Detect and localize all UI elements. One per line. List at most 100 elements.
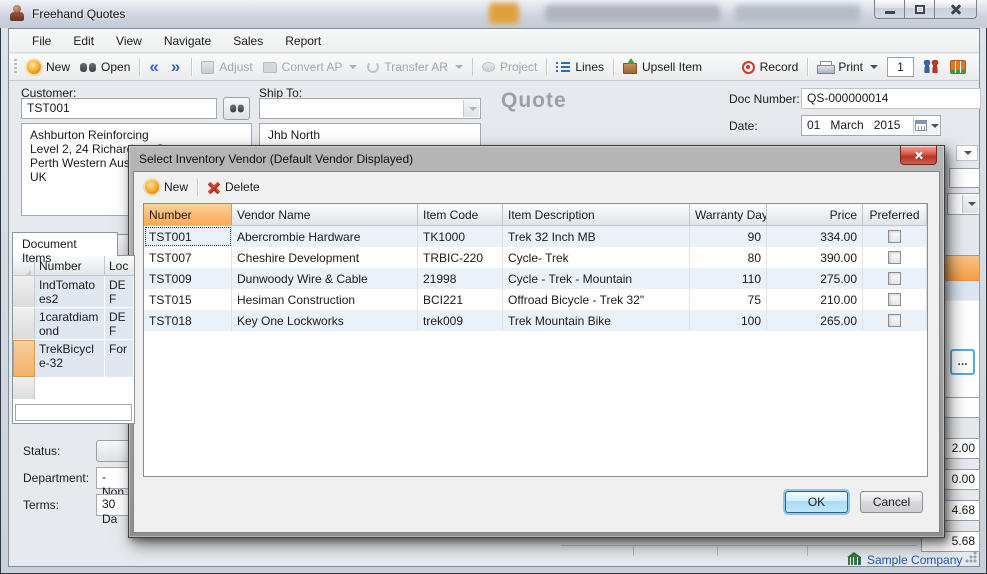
ok-button[interactable]: OK xyxy=(785,491,848,513)
col-price[interactable]: Price xyxy=(767,204,863,225)
calendar-dropdown-button[interactable] xyxy=(913,117,939,134)
warranty-days-cell[interactable]: 110 xyxy=(690,268,767,289)
menu-file[interactable]: File xyxy=(21,30,62,52)
col-number[interactable]: Number xyxy=(144,204,232,225)
item-description-cell[interactable]: Trek Mountain Bike xyxy=(503,310,690,331)
print-button[interactable]: Print xyxy=(812,57,883,77)
nav-forward-button[interactable]: » xyxy=(166,57,187,77)
row-selector-active[interactable] xyxy=(13,340,35,377)
item-code-cell[interactable]: 21998 xyxy=(418,268,503,289)
preferred-cell[interactable] xyxy=(863,310,927,331)
ship-to-combobox[interactable] xyxy=(259,98,481,119)
item-row-empty[interactable] xyxy=(13,378,134,400)
price-cell[interactable]: 265.00 xyxy=(767,310,863,331)
col-vendor-name[interactable]: Vendor Name xyxy=(232,204,418,225)
menu-navigate[interactable]: Navigate xyxy=(153,30,222,52)
item-description-cell[interactable]: Cycle- Trek xyxy=(503,247,690,268)
col-preferred[interactable]: Preferred xyxy=(863,204,927,225)
item-row-selected[interactable]: TrekBicycle-32 For xyxy=(13,340,134,378)
item-location-cell[interactable]: DEF xyxy=(105,308,134,339)
item-code-cell[interactable]: BCI221 xyxy=(418,289,503,310)
convert-ap-button[interactable]: Convert AP xyxy=(258,57,363,77)
item-row[interactable]: IndTomatoes2 DEF xyxy=(13,276,134,308)
vendor-name-cell[interactable]: Hesiman Construction xyxy=(232,289,418,310)
company-button[interactable] xyxy=(945,57,971,77)
date-day[interactable]: 01 xyxy=(807,118,820,132)
new-button[interactable]: New xyxy=(22,57,75,77)
preferred-checkbox[interactable] xyxy=(888,230,901,243)
item-description-cell[interactable]: Trek 32 Inch MB xyxy=(503,226,690,247)
vendor-number-cell[interactable]: TST001 xyxy=(144,226,232,247)
record-button[interactable]: Record xyxy=(737,57,804,77)
warranty-days-cell[interactable]: 80 xyxy=(690,247,767,268)
preferred-checkbox[interactable] xyxy=(888,314,901,327)
vendor-name-cell[interactable]: Key One Lockworks xyxy=(232,310,418,331)
hidden-combo-sliver[interactable] xyxy=(947,193,980,215)
date-input[interactable]: 01 March 2015 xyxy=(801,115,941,136)
date-year[interactable]: 2015 xyxy=(874,118,901,132)
dialog-new-button[interactable]: New xyxy=(140,177,193,197)
customer-input[interactable]: TST001 xyxy=(21,98,217,119)
dialog-close-button[interactable] xyxy=(900,146,937,165)
item-code-cell[interactable]: trek009 xyxy=(418,310,503,331)
item-code-cell[interactable]: TRBIC-220 xyxy=(418,247,503,268)
preferred-checkbox[interactable] xyxy=(888,293,901,306)
upsell-item-button[interactable]: Upsell Item xyxy=(618,57,707,77)
item-description-cell[interactable]: Cycle - Trek - Mountain xyxy=(503,268,690,289)
preferred-checkbox[interactable] xyxy=(888,272,901,285)
item-location-cell[interactable]: DEF xyxy=(105,276,134,307)
menu-sales[interactable]: Sales xyxy=(222,30,274,52)
vendor-number-cell[interactable]: TST007 xyxy=(144,247,232,268)
resize-grip[interactable] xyxy=(965,551,977,563)
adjust-button[interactable]: Adjust xyxy=(196,57,257,77)
combo-arrow[interactable] xyxy=(463,100,479,117)
preferred-checkbox[interactable] xyxy=(888,251,901,264)
warranty-days-cell[interactable]: 100 xyxy=(690,310,767,331)
lines-button[interactable]: Lines xyxy=(551,57,609,77)
company-link[interactable]: Sample Company xyxy=(867,553,962,567)
vendor-number-cell[interactable]: TST009 xyxy=(144,268,232,289)
vendor-row-selected[interactable]: TST001 Abercrombie Hardware TK1000 Trek … xyxy=(144,226,927,247)
dialog-delete-button[interactable]: Delete xyxy=(202,177,265,197)
nav-back-button[interactable]: « xyxy=(144,57,165,77)
preferred-cell[interactable] xyxy=(863,289,927,310)
vendor-row[interactable]: TST018 Key One Lockworks trek009 Trek Mo… xyxy=(144,310,927,331)
minimize-button[interactable] xyxy=(874,0,905,19)
row-selector[interactable] xyxy=(13,276,35,307)
ellipsis-button[interactable]: ... xyxy=(950,349,975,375)
item-description-cell[interactable]: Offroad Bicycle - Trek 32" xyxy=(503,289,690,310)
col-location-header[interactable]: Loc xyxy=(105,256,134,275)
combo-arrow[interactable] xyxy=(962,195,978,213)
close-button[interactable] xyxy=(934,0,977,19)
print-copies-input[interactable]: 1 xyxy=(887,57,914,77)
required-date-dropdown-sliver[interactable] xyxy=(956,145,978,161)
customer-search-button[interactable] xyxy=(223,97,250,120)
cancel-button[interactable]: Cancel xyxy=(860,491,923,513)
warranty-days-cell[interactable]: 75 xyxy=(690,289,767,310)
grid-footer-input[interactable] xyxy=(15,404,132,421)
row-selector[interactable] xyxy=(13,308,35,339)
date-month[interactable]: March xyxy=(830,118,863,132)
maximize-button[interactable] xyxy=(904,0,935,19)
col-warranty-days[interactable]: Warranty Days xyxy=(690,204,767,225)
price-cell[interactable]: 390.00 xyxy=(767,247,863,268)
price-cell[interactable]: 334.00 xyxy=(767,226,863,247)
vendor-number-cell[interactable]: TST018 xyxy=(144,310,232,331)
item-code-cell[interactable]: TK1000 xyxy=(418,226,503,247)
item-row[interactable]: 1caratdiamond DEF xyxy=(13,308,134,340)
warranty-days-cell[interactable]: 90 xyxy=(690,226,767,247)
vendor-row[interactable]: TST009 Dunwoody Wire & Cable 21998 Cycle… xyxy=(144,268,927,289)
vendor-name-cell[interactable]: Cheshire Development xyxy=(232,247,418,268)
preferred-cell[interactable] xyxy=(863,247,927,268)
vendor-row[interactable]: TST007 Cheshire Development TRBIC-220 Cy… xyxy=(144,247,927,268)
tab-document-items[interactable]: Document Items xyxy=(12,232,118,256)
item-number-cell[interactable]: 1caratdiamond xyxy=(35,308,105,339)
vendor-name-cell[interactable]: Abercrombie Hardware xyxy=(232,226,418,247)
transfer-ar-button[interactable]: Transfer AR xyxy=(362,57,468,77)
item-number-cell[interactable]: TrekBicycle-32 xyxy=(35,340,105,377)
preferred-cell[interactable] xyxy=(863,226,927,247)
open-button[interactable]: Open xyxy=(75,57,135,77)
price-cell[interactable]: 275.00 xyxy=(767,268,863,289)
titlebar[interactable]: Freehand Quotes xyxy=(0,0,987,28)
vendor-number-cell[interactable]: TST015 xyxy=(144,289,232,310)
